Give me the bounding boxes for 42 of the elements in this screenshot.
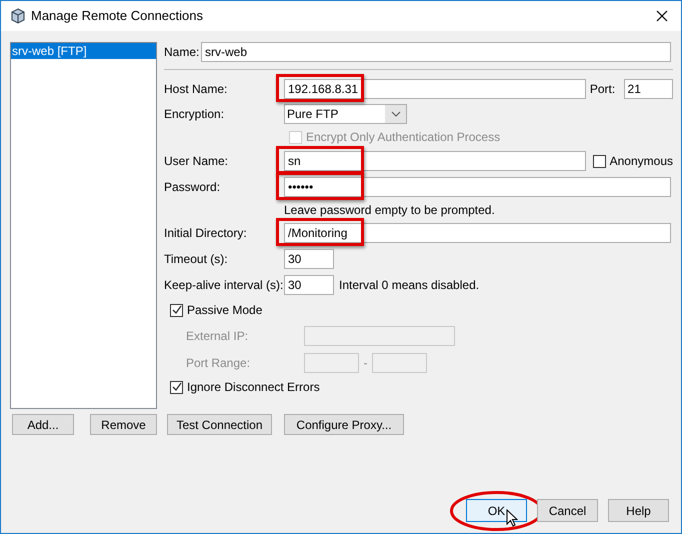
field-label: Password: [164, 179, 222, 196]
cursor-icon [506, 509, 518, 527]
input-field[interactable]: srv-web [201, 42, 671, 62]
remove-button[interactable]: Remove [90, 414, 157, 435]
input-field[interactable]: sn [284, 151, 586, 171]
chevron-down-icon [391, 111, 401, 117]
field-label: Port: [590, 81, 616, 98]
field-label: Host Name: [164, 81, 228, 98]
add-button[interactable]: Add... [12, 414, 74, 435]
checkbox[interactable] [170, 304, 183, 316]
list-item[interactable]: srv-web [FTP] [11, 43, 156, 59]
input-field[interactable]: 192.168.8.31 [284, 79, 586, 99]
dialog-button[interactable]: Help [608, 499, 669, 522]
field-label: Initial Directory: [164, 225, 248, 242]
window-title: Manage Remote Connections [31, 7, 203, 26]
note-text: Interval 0 means disabled. [339, 277, 480, 294]
field-label: User Name: [164, 153, 230, 170]
input-field[interactable]: 21 [624, 79, 673, 99]
dropdown[interactable]: Pure FTP [284, 104, 407, 124]
checkbox[interactable] [170, 380, 183, 394]
field-label: Keep-alive interval (s): [164, 277, 284, 294]
input-field[interactable]: 30 [284, 275, 334, 295]
field-label: Port Range: [186, 354, 252, 372]
checkbox-label: Passive Mode [187, 302, 262, 319]
field-label: Name: [164, 44, 200, 61]
input-field[interactable]: /Monitoring [284, 223, 671, 243]
checkbox-label: Ignore Disconnect Errors [187, 379, 320, 396]
range-separator: - [362, 354, 368, 372]
field-label: External IP: [186, 328, 250, 345]
field-label: Timeout (s): [164, 251, 229, 268]
checkbox[interactable] [592, 154, 606, 168]
input-field[interactable]: 30 [284, 249, 334, 269]
configure-proxy-button[interactable]: Configure Proxy... [284, 414, 404, 435]
checkbox-label: Encrypt Only Authentication Process [306, 129, 500, 146]
dialog-button[interactable]: Cancel [537, 499, 598, 522]
hint-text: Leave password empty to be prompted. [284, 202, 495, 219]
cube-icon [10, 8, 26, 24]
checkbox-label: Anonymous [610, 153, 673, 170]
field-label: Encryption: [164, 106, 226, 123]
input-field[interactable]: •••••• [284, 177, 671, 197]
test-connection-button[interactable]: Test Connection [167, 414, 272, 435]
close-icon[interactable] [656, 10, 668, 22]
